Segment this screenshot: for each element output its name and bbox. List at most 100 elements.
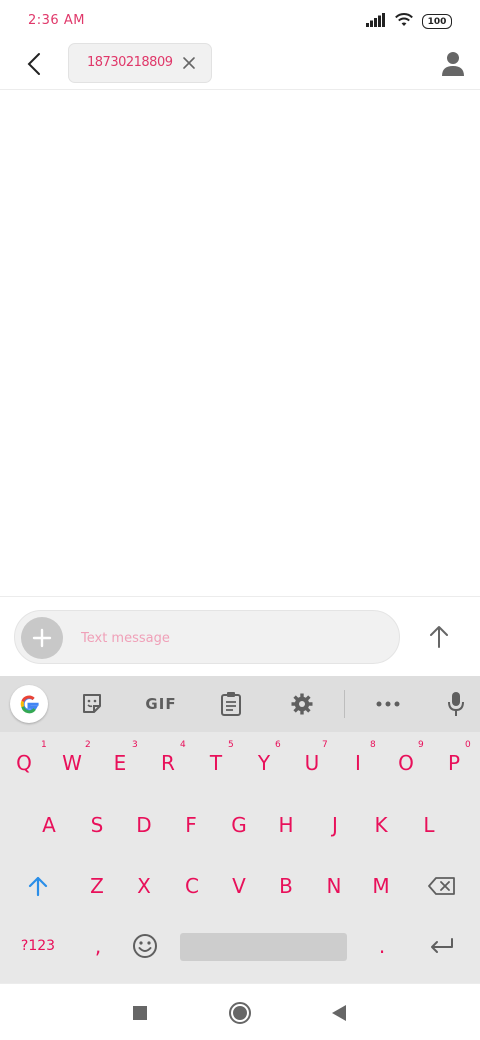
key-z[interactable]: Z (77, 861, 117, 911)
period-key[interactable]: . (362, 924, 402, 968)
key-q[interactable]: 1 Q (4, 738, 47, 788)
space-key[interactable] (180, 933, 347, 961)
home-button[interactable] (225, 998, 255, 1028)
compose-box (14, 610, 400, 664)
arrow-up-icon (430, 626, 448, 648)
key-hint: 9 (418, 740, 424, 750)
microphone-icon (448, 692, 464, 716)
key-p[interactable]: 0 P (434, 738, 474, 788)
enter-key[interactable] (418, 924, 466, 968)
key-c[interactable]: C (172, 861, 212, 911)
more-dots-icon (376, 701, 400, 707)
key-hint: 1 (41, 740, 47, 750)
key-g[interactable]: G (219, 800, 259, 850)
gear-icon (291, 693, 313, 715)
shift-icon (28, 876, 48, 897)
recipient-chip[interactable]: 18730218809 (68, 43, 212, 83)
key-e[interactable]: 3 E (100, 738, 140, 788)
back-nav-button[interactable] (324, 998, 354, 1028)
more-button[interactable] (374, 686, 402, 722)
recents-button[interactable] (125, 998, 155, 1028)
key-hint: 2 (85, 740, 91, 750)
key-l[interactable]: L (409, 800, 449, 850)
key-b[interactable]: B (266, 861, 306, 911)
keyboard: G I F 1 Q 2 W 3 E 4 R 5 T 6 Y 7 U 8 I 9 O … (0, 676, 480, 983)
key-label: W (62, 751, 82, 775)
clipboard-icon (221, 692, 241, 716)
key-d[interactable]: D (124, 800, 164, 850)
key-r[interactable]: 4 R (148, 738, 188, 788)
smiley-icon (133, 934, 157, 958)
status-bar: 2:36 AM 100 (0, 0, 480, 40)
symbols-key[interactable]: ?123 (14, 924, 62, 968)
key-hint: 8 (370, 740, 376, 750)
key-hint: 3 (132, 740, 138, 750)
key-j[interactable]: J (315, 800, 355, 850)
key-label: T (209, 751, 223, 775)
key-u[interactable]: 7 U (292, 738, 332, 788)
send-button[interactable] (420, 619, 458, 655)
conversation-area (0, 91, 480, 595)
key-label: Y (257, 751, 271, 775)
key-f[interactable]: F (171, 800, 211, 850)
home-circle-icon (229, 1002, 251, 1024)
navigation-bar (0, 983, 480, 1040)
settings-button[interactable] (288, 686, 316, 722)
comma-key[interactable]: , (78, 924, 118, 968)
keyboard-toolbar: GIF (0, 676, 480, 732)
message-input[interactable] (81, 627, 381, 649)
messaging-app: 2:36 AM 100 18730218809 Text message GIF… (0, 0, 480, 1040)
gif-button[interactable]: GIF (140, 686, 182, 722)
wifi-icon (394, 12, 414, 31)
battery-icon: 100 (422, 14, 452, 29)
conversation-header: 18730218809 (0, 40, 480, 90)
key-label: O (398, 751, 414, 775)
key-label: U (304, 751, 320, 775)
key-hint: 6 (275, 740, 281, 750)
key-h[interactable]: H (266, 800, 306, 850)
key-hint: 0 (465, 740, 471, 750)
backspace-key[interactable] (418, 861, 466, 911)
toolbar-divider (344, 690, 345, 718)
gif-label: GIF (145, 695, 177, 713)
key-hint: 5 (228, 740, 234, 750)
shift-key[interactable] (14, 861, 62, 911)
plus-icon (32, 628, 52, 648)
enter-icon (431, 938, 453, 953)
key-k[interactable]: K (361, 800, 401, 850)
sticker-button[interactable] (78, 686, 106, 722)
key-n[interactable]: N (314, 861, 354, 911)
key-i[interactable]: 8 I (338, 738, 378, 788)
key-a[interactable]: A (29, 800, 69, 850)
square-icon (133, 1006, 147, 1020)
signal-icon (366, 12, 386, 31)
google-search-button[interactable] (10, 685, 48, 723)
key-label: P (447, 751, 461, 775)
key-y[interactable]: 6 Y (244, 738, 284, 788)
close-icon[interactable] (181, 55, 197, 71)
backspace-icon (428, 877, 455, 895)
key-t[interactable]: 5 T (196, 738, 236, 788)
key-s[interactable]: S (77, 800, 117, 850)
status-time: 2:36 AM (28, 13, 85, 28)
attach-button[interactable] (21, 617, 63, 659)
key-label: R (161, 751, 175, 775)
status-icons: 100 (366, 12, 452, 31)
back-button[interactable] (18, 48, 50, 80)
key-o[interactable]: 9 O (386, 738, 426, 788)
key-hint: 4 (180, 740, 186, 750)
sticker-icon (83, 694, 101, 713)
key-v[interactable]: V (219, 861, 259, 911)
key-w[interactable]: 2 W (52, 738, 92, 788)
key-hint: 7 (322, 740, 328, 750)
contact-button[interactable] (440, 50, 466, 78)
key-label: E (113, 751, 127, 775)
key-label: Q (16, 751, 32, 775)
key-m[interactable]: M (361, 861, 401, 911)
emoji-key[interactable] (124, 924, 166, 968)
key-x[interactable]: X (124, 861, 164, 911)
key-label: I (355, 751, 361, 775)
person-icon (442, 52, 464, 76)
voice-input-button[interactable] (444, 686, 468, 722)
clipboard-button[interactable] (218, 686, 244, 722)
